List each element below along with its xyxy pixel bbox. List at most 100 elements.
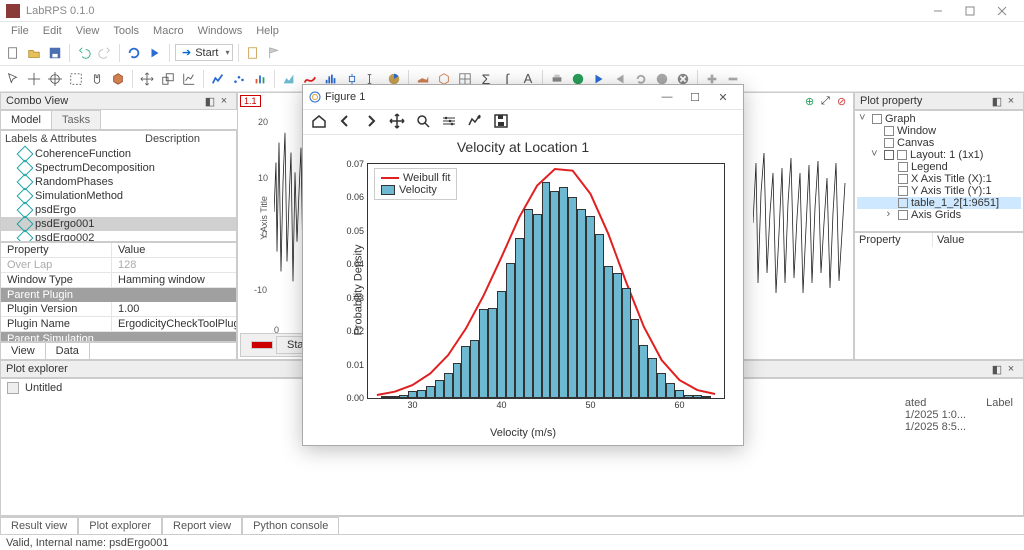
open-icon[interactable]: [25, 44, 43, 62]
view-tab[interactable]: View: [1, 343, 46, 359]
chart-axes: Weibull fit Velocity 0.000.010.020.030.0…: [367, 163, 725, 399]
close-button[interactable]: [986, 0, 1018, 22]
menu-edit[interactable]: Edit: [36, 25, 69, 37]
mpl-back-icon[interactable]: [337, 113, 353, 132]
mpl-icon: [309, 91, 321, 103]
tab-python-console[interactable]: Python console: [242, 517, 339, 534]
figure-title: Figure 1: [325, 91, 653, 103]
graph-tree-item[interactable]: X Axis Title (X):1: [857, 173, 1021, 185]
graph-tree-item[interactable]: Window: [857, 125, 1021, 137]
hist-bar: [542, 182, 551, 398]
data-tab[interactable]: Data: [46, 343, 90, 359]
panel-float-icon[interactable]: ◧: [990, 95, 1004, 108]
panel-close-icon[interactable]: ×: [1004, 363, 1018, 375]
undo-icon[interactable]: [75, 44, 93, 62]
menu-bar: File Edit View Tools Macro Windows Help: [0, 22, 1024, 40]
chart-xlabel: Velocity (m/s): [490, 427, 556, 439]
axes-add-icon[interactable]: ⊕: [805, 95, 819, 109]
tree-node[interactable]: psdErgo001: [1, 217, 236, 231]
mpl-edit-icon[interactable]: [467, 113, 483, 132]
flag-icon[interactable]: [265, 44, 283, 62]
tree-node[interactable]: CoherenceFunction: [1, 147, 236, 161]
background-series-right: [753, 123, 847, 323]
axes-fullscreen-icon[interactable]: ⤢: [821, 95, 835, 109]
app-icon: [6, 4, 20, 18]
axes-remove-icon[interactable]: ⊘: [837, 95, 851, 109]
menu-tools[interactable]: Tools: [106, 25, 146, 37]
new-icon[interactable]: [4, 44, 22, 62]
hist-bar: [381, 396, 390, 398]
tree-node[interactable]: psdErgo002: [1, 231, 236, 242]
mpl-subplots-icon[interactable]: [441, 113, 457, 132]
menu-windows[interactable]: Windows: [191, 25, 250, 37]
doc-icon[interactable]: [244, 44, 262, 62]
ytick-label: 0.03: [346, 293, 368, 303]
mpl-pan-icon[interactable]: [389, 113, 405, 132]
graph-tree-item[interactable]: Legend: [857, 161, 1021, 173]
menu-view[interactable]: View: [69, 25, 107, 37]
panel-float-icon[interactable]: ◧: [203, 95, 217, 108]
hist-bar: [648, 358, 657, 398]
menu-help[interactable]: Help: [249, 25, 286, 37]
panel-float-icon[interactable]: ◧: [990, 363, 1004, 376]
tree-node[interactable]: RandomPhases: [1, 175, 236, 189]
graph-tree-item[interactable]: ›Axis Grids: [857, 209, 1021, 221]
layer-icon: [898, 186, 908, 196]
move-icon[interactable]: [138, 70, 156, 88]
graph-tree-item[interactable]: table_1_2[1:9651]: [857, 197, 1021, 209]
mpl-save-icon[interactable]: [493, 113, 509, 132]
ytick-label: 0.02: [346, 326, 368, 336]
play-macro-icon[interactable]: [146, 44, 164, 62]
tab-report-view[interactable]: Report view: [162, 517, 242, 534]
mpl-forward-icon[interactable]: [363, 113, 379, 132]
area-chart-icon[interactable]: [280, 70, 298, 88]
hist-bar: [622, 288, 631, 398]
hist-bar: [604, 266, 613, 398]
fig-minimize-button[interactable]: —: [653, 91, 681, 103]
tab-plot-explorer[interactable]: Plot explorer: [78, 517, 162, 534]
plot-explorer-item[interactable]: Untitled: [25, 382, 62, 394]
scale-icon[interactable]: [159, 70, 177, 88]
graph-tree-item[interactable]: ˅Graph: [857, 113, 1021, 125]
tree-node[interactable]: psdErgo: [1, 203, 236, 217]
tab-tasks[interactable]: Tasks: [51, 110, 101, 129]
menu-file[interactable]: File: [4, 25, 36, 37]
panel-close-icon[interactable]: ×: [1004, 95, 1018, 107]
xtick-label: 40: [496, 398, 506, 410]
bar-chart-icon[interactable]: [251, 70, 269, 88]
pointer-icon[interactable]: [4, 70, 22, 88]
scatter-chart-icon[interactable]: [230, 70, 248, 88]
graph-tree-item[interactable]: ˅Layout: 1 (1x1): [857, 149, 1021, 161]
fig-maximize-button[interactable]: ☐: [681, 91, 709, 104]
refresh-icon[interactable]: [125, 44, 143, 62]
tab-model[interactable]: Model: [0, 110, 52, 129]
ytick-label: 0.07: [346, 159, 368, 169]
layer-icon: [898, 174, 908, 184]
fig-close-button[interactable]: ✕: [709, 91, 737, 104]
layer-icon: [884, 138, 894, 148]
tab-result-view[interactable]: Result view: [0, 517, 78, 534]
crosshair-icon[interactable]: [25, 70, 43, 88]
maximize-button[interactable]: [954, 0, 986, 22]
hist-bar: [435, 380, 444, 398]
hist-bar: [479, 309, 488, 398]
mpl-home-icon[interactable]: [311, 113, 327, 132]
line-chart-icon[interactable]: [209, 70, 227, 88]
tree-node[interactable]: SimulationMethod: [1, 189, 236, 203]
graph-tree-item[interactable]: Y Axis Title (Y):1: [857, 185, 1021, 197]
mpl-zoom-icon[interactable]: [415, 113, 431, 132]
minimize-button[interactable]: [922, 0, 954, 22]
target-icon[interactable]: [46, 70, 64, 88]
menu-macro[interactable]: Macro: [146, 25, 191, 37]
panel-close-icon[interactable]: ×: [217, 95, 231, 107]
zoom-select-icon[interactable]: [67, 70, 85, 88]
tree-node[interactable]: SpectrumDecomposition: [1, 161, 236, 175]
hand-icon[interactable]: [88, 70, 106, 88]
start-dropdown[interactable]: ➔ Start: [175, 44, 233, 61]
save-icon[interactable]: [46, 44, 64, 62]
graph-tree-item[interactable]: Canvas: [857, 137, 1021, 149]
cube-icon[interactable]: [109, 70, 127, 88]
autoscale-icon[interactable]: [180, 70, 198, 88]
chart-ylabel: Probability Density: [353, 244, 365, 335]
redo-icon[interactable]: [96, 44, 114, 62]
